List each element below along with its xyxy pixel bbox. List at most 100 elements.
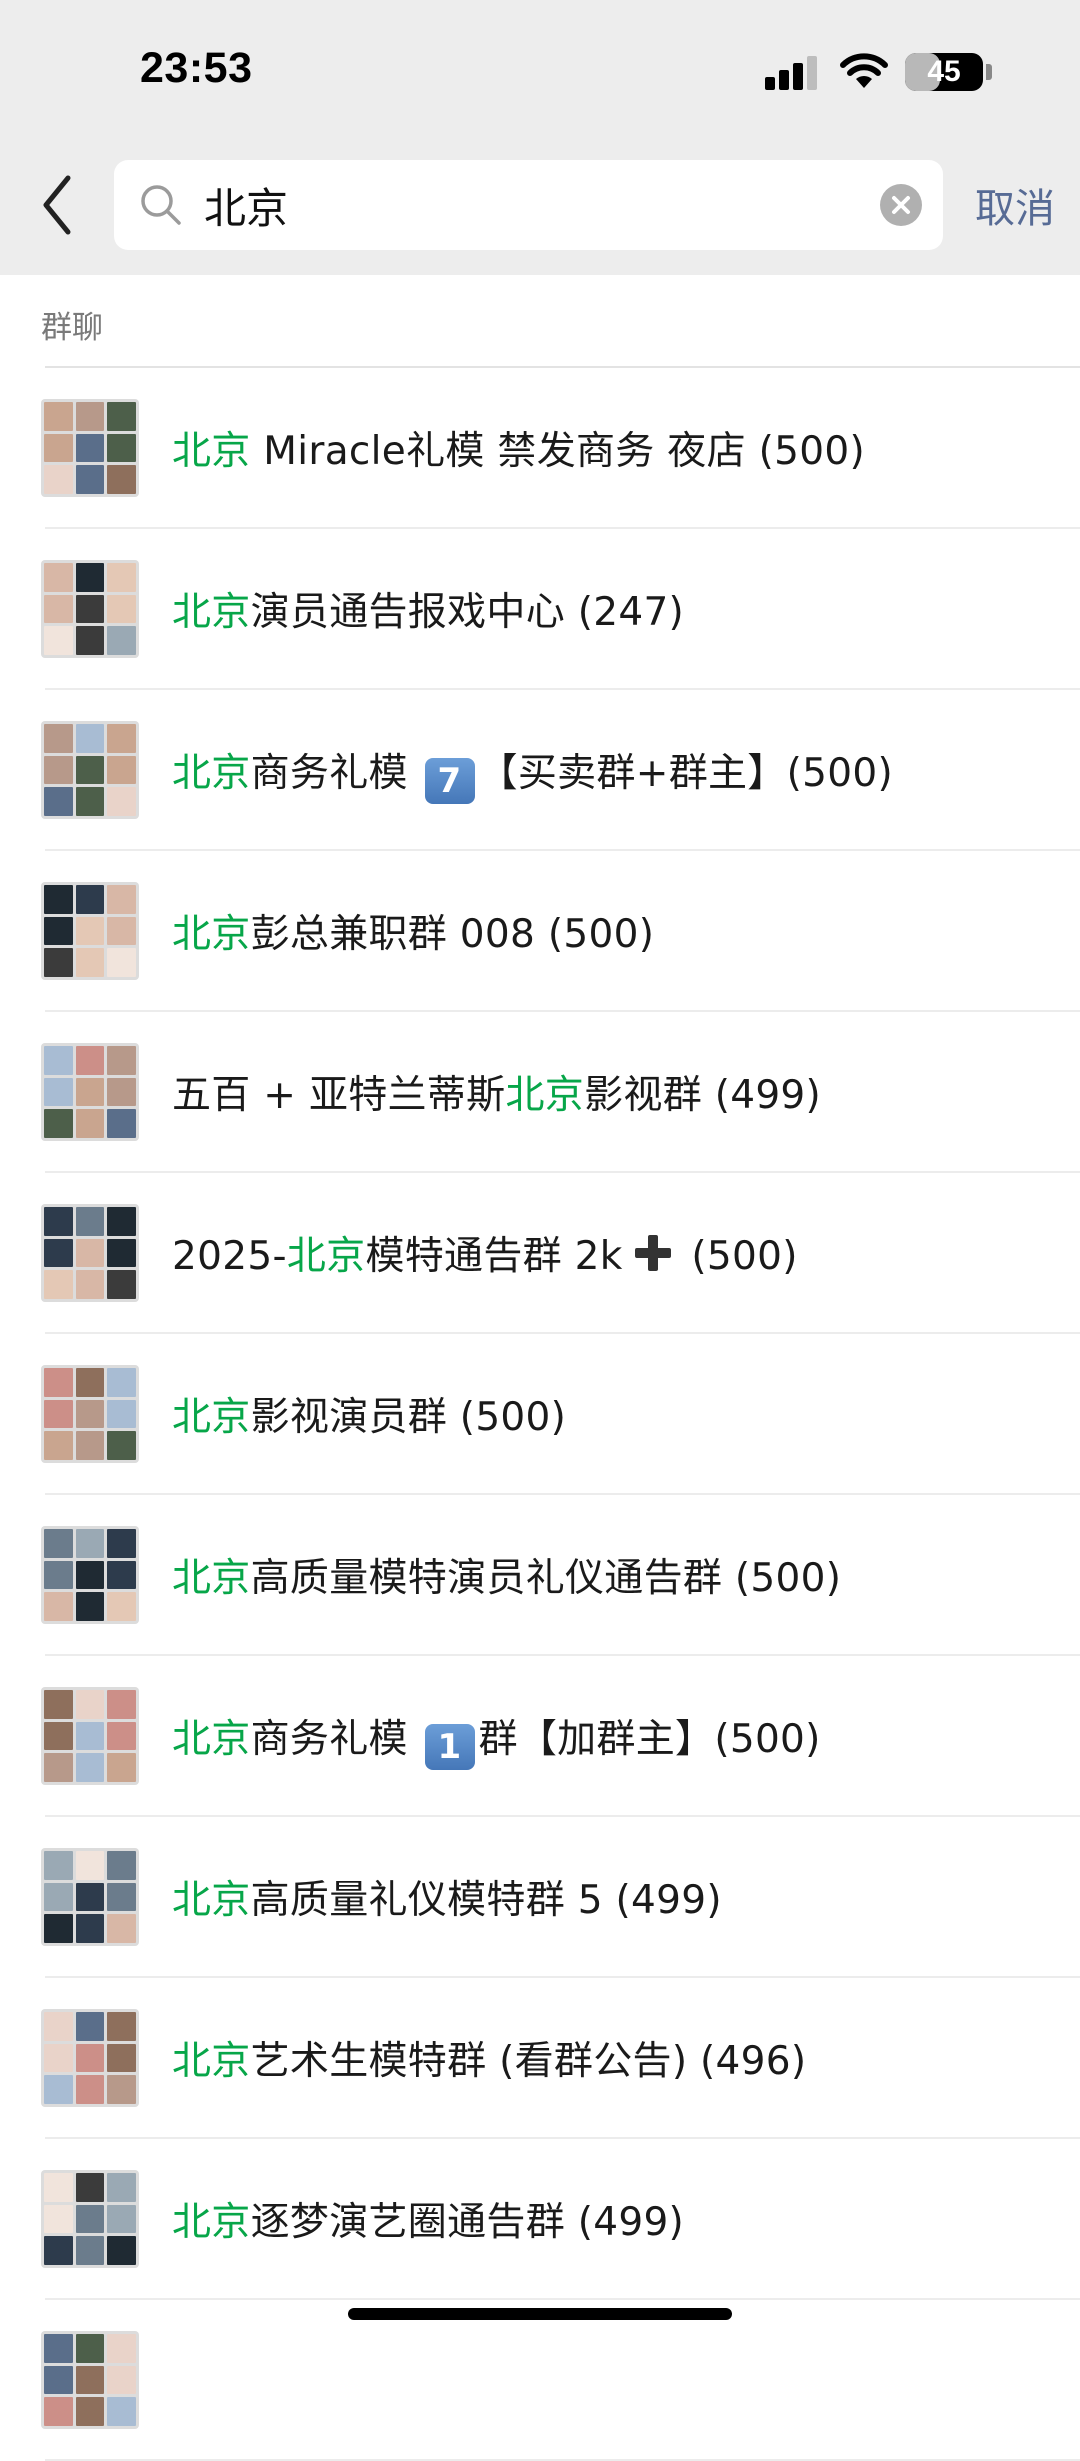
group-name: 北京高质量模特演员礼仪通告群 (500) bbox=[172, 1547, 841, 1603]
member-thumbnail bbox=[107, 1882, 136, 1912]
member-thumbnail bbox=[75, 2173, 105, 2202]
group-name: 2025-北京模特通告群 2k (500) bbox=[172, 1225, 798, 1281]
member-thumbnail bbox=[75, 2236, 105, 2265]
member-thumbnail bbox=[75, 2043, 105, 2073]
member-thumbnail bbox=[44, 433, 73, 463]
back-arrow-icon[interactable] bbox=[30, 170, 90, 240]
member-thumbnail bbox=[107, 1690, 136, 1719]
group-avatar bbox=[41, 2170, 139, 2268]
name-text: 影视群 (499) bbox=[584, 1073, 822, 1118]
member-thumbnail bbox=[44, 2236, 73, 2265]
keyword-highlight: 北京 bbox=[172, 912, 251, 957]
member-thumbnail bbox=[107, 2012, 136, 2041]
member-thumbnail bbox=[107, 2075, 136, 2104]
member-thumbnail bbox=[75, 885, 105, 914]
name-text: 演员通告报戏中心 (247) bbox=[250, 590, 685, 635]
member-thumbnail bbox=[75, 1368, 105, 1397]
name-text: 五百 + 亚特兰蒂斯 bbox=[172, 1073, 506, 1118]
member-thumbnail bbox=[107, 1753, 136, 1782]
group-chat-result[interactable]: 北京影视演员群 (500) bbox=[0, 1334, 1080, 1495]
search-input[interactable] bbox=[204, 160, 844, 250]
member-thumbnail bbox=[44, 1207, 73, 1236]
group-avatar bbox=[41, 882, 139, 980]
member-thumbnail bbox=[44, 2334, 73, 2363]
member-thumbnail bbox=[107, 1399, 136, 1429]
name-text: 高质量模特演员礼仪通告群 (500) bbox=[250, 1556, 842, 1601]
member-thumbnail bbox=[44, 1721, 73, 1751]
group-avatar bbox=[41, 1043, 139, 1141]
member-thumbnail bbox=[107, 626, 136, 655]
member-thumbnail bbox=[107, 2173, 136, 2202]
group-name: 北京逐梦演艺圈通告群 (499) bbox=[172, 2191, 684, 2247]
group-chat-result[interactable]: 北京 Miracle礼模 禁发商务 夜店 (500) bbox=[0, 368, 1080, 529]
member-thumbnail bbox=[44, 2365, 73, 2395]
member-thumbnail bbox=[107, 1592, 136, 1621]
group-chat-result[interactable]: 北京彭总兼职群 008 (500) bbox=[0, 851, 1080, 1012]
member-thumbnail bbox=[75, 1882, 105, 1912]
member-thumbnail bbox=[75, 1046, 105, 1075]
keyword-highlight: 北京 bbox=[172, 751, 251, 796]
member-thumbnail bbox=[44, 885, 73, 914]
group-name: 五百 + 亚特兰蒂斯北京影视群 (499) bbox=[172, 1064, 821, 1120]
top-bar: 23:53 45 取消 bbox=[0, 0, 1080, 275]
member-thumbnail bbox=[75, 1753, 105, 1782]
name-text: 群【加群主】(500) bbox=[478, 1717, 821, 1762]
member-thumbnail bbox=[75, 1109, 105, 1138]
member-thumbnail bbox=[75, 563, 105, 592]
group-name: 北京艺术生模特群 (看群公告) (496) bbox=[172, 2030, 806, 2086]
member-thumbnail bbox=[44, 1109, 73, 1138]
member-thumbnail bbox=[107, 433, 136, 463]
group-avatar bbox=[41, 2009, 139, 2107]
member-thumbnail bbox=[75, 1077, 105, 1107]
group-chat-result[interactable]: 北京演员通告报戏中心 (247) bbox=[0, 529, 1080, 690]
member-thumbnail bbox=[44, 1914, 73, 1943]
home-indicator[interactable] bbox=[348, 2308, 732, 2320]
group-chat-result[interactable]: 北京商务礼模 1 群【加群主】(500) bbox=[0, 1656, 1080, 1817]
battery-icon: 45 bbox=[905, 53, 983, 91]
member-thumbnail bbox=[107, 1368, 136, 1397]
member-thumbnail bbox=[107, 1529, 136, 1558]
member-thumbnail bbox=[75, 402, 105, 431]
group-chat-result[interactable]: 五百 + 亚特兰蒂斯北京影视群 (499) bbox=[0, 1012, 1080, 1173]
group-chat-result[interactable] bbox=[0, 2300, 1080, 2461]
group-chat-result[interactable]: 北京逐梦演艺圈通告群 (499) bbox=[0, 2139, 1080, 2300]
name-text: 彭总兼职群 008 (500) bbox=[250, 912, 655, 957]
member-thumbnail bbox=[44, 594, 73, 624]
search-bar[interactable] bbox=[114, 160, 943, 250]
group-chat-result[interactable]: 北京商务礼模 7 【买卖群+群主】(500) bbox=[0, 690, 1080, 851]
keyword-highlight: 北京 bbox=[286, 1234, 366, 1279]
group-chat-result[interactable]: 2025-北京模特通告群 2k (500) bbox=[0, 1173, 1080, 1334]
name-text: 模特通告群 2k bbox=[365, 1234, 623, 1279]
group-chat-result[interactable]: 北京高质量礼仪模特群 5 (499) bbox=[0, 1817, 1080, 1978]
member-thumbnail bbox=[107, 2397, 136, 2426]
cancel-button[interactable]: 取消 bbox=[975, 176, 1055, 234]
group-name: 北京商务礼模 7 【买卖群+群主】(500) bbox=[172, 742, 893, 804]
member-thumbnail bbox=[44, 787, 73, 816]
member-thumbnail bbox=[44, 1431, 73, 1460]
member-thumbnail bbox=[75, 1851, 105, 1880]
member-thumbnail bbox=[107, 465, 136, 494]
member-thumbnail bbox=[75, 916, 105, 946]
group-chat-results: 北京 Miracle礼模 禁发商务 夜店 (500) 北京演员通告报戏中心 (24… bbox=[0, 368, 1080, 2461]
member-thumbnail bbox=[75, 755, 105, 785]
name-text: 影视演员群 (500) bbox=[250, 1395, 567, 1440]
keyword-highlight: 北京 bbox=[172, 2039, 251, 2084]
group-chat-result[interactable]: 北京艺术生模特群 (看群公告) (496) bbox=[0, 1978, 1080, 2139]
member-thumbnail bbox=[75, 465, 105, 494]
clear-search-button[interactable] bbox=[880, 184, 922, 226]
group-name: 北京高质量礼仪模特群 5 (499) bbox=[172, 1869, 722, 1925]
member-thumbnail bbox=[75, 787, 105, 816]
member-thumbnail bbox=[107, 885, 136, 914]
keyword-highlight: 北京 bbox=[172, 2200, 251, 2245]
member-thumbnail bbox=[107, 594, 136, 624]
member-thumbnail bbox=[107, 1914, 136, 1943]
plus-icon bbox=[633, 1233, 673, 1273]
group-avatar bbox=[41, 2331, 139, 2429]
member-thumbnail bbox=[107, 2043, 136, 2073]
member-thumbnail bbox=[107, 2334, 136, 2363]
member-thumbnail bbox=[75, 2334, 105, 2363]
group-chat-result[interactable]: 北京高质量模特演员礼仪通告群 (500) bbox=[0, 1495, 1080, 1656]
member-thumbnail bbox=[107, 1046, 136, 1075]
member-thumbnail bbox=[107, 563, 136, 592]
member-thumbnail bbox=[107, 2365, 136, 2395]
